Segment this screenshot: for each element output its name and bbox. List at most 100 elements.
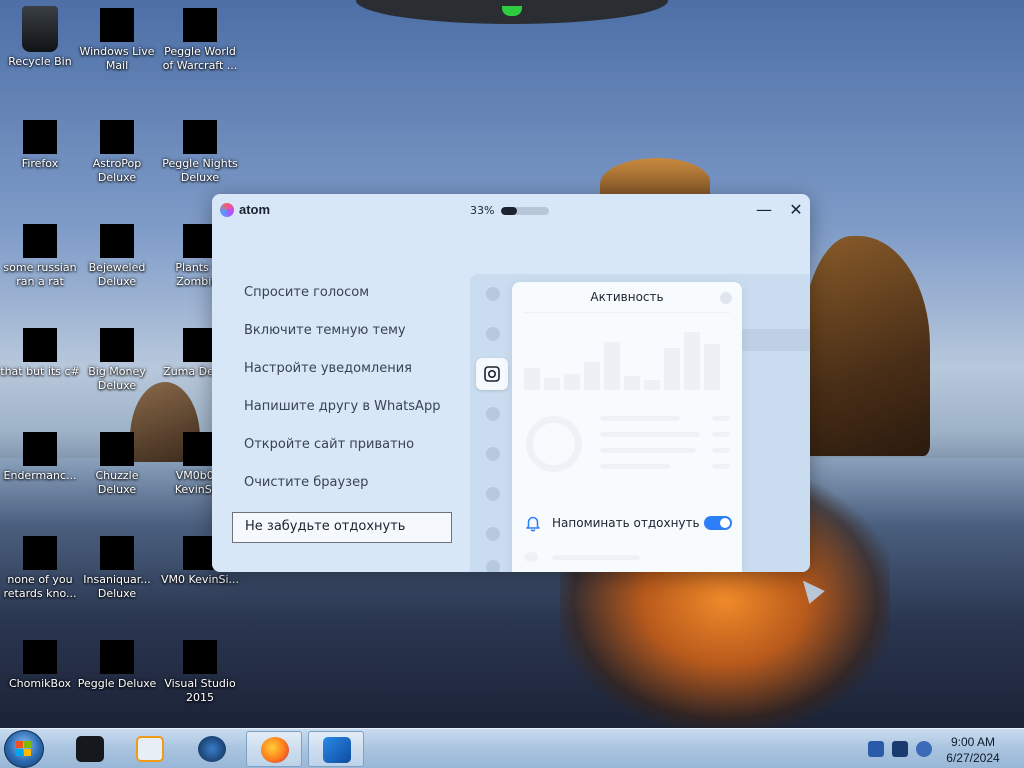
- desktop-icon-recycle-bin[interactable]: Recycle Bin: [0, 0, 80, 69]
- desktop-icon-label: Recycle Bin: [8, 55, 72, 68]
- terminal-icon: [76, 736, 104, 762]
- placeholder-bar: [584, 362, 600, 390]
- chomikbox-icon: [23, 640, 57, 674]
- tray-volume-icon[interactable]: [916, 741, 932, 757]
- desktop-icon-label: VM0 KevinSi...: [160, 573, 239, 586]
- activity-card-title: Активность: [590, 290, 664, 304]
- desktop-icon-label: Insaniquar... Deluxe: [83, 573, 151, 600]
- file-icon: [23, 224, 57, 258]
- taskbar-app-media-player[interactable]: [122, 731, 178, 767]
- onboarding-progress: 33%: [470, 204, 550, 217]
- placeholder-bar: [604, 342, 620, 390]
- placeholder-line: [600, 448, 696, 453]
- app-name: atom: [239, 202, 271, 217]
- desktop-icon-none-of-you[interactable]: none of you retards kno...: [0, 528, 80, 601]
- desktop-icon-russian-rat[interactable]: some russian ran a rat: [0, 216, 80, 289]
- activity-placeholder-ring: [526, 416, 582, 472]
- media-player-icon: [136, 736, 164, 762]
- desktop-icon-label: ChomikBox: [9, 677, 71, 690]
- taskbar-app-atom[interactable]: [308, 731, 364, 767]
- taskbar-app-globe[interactable]: [184, 731, 240, 767]
- taskbar-app-terminal[interactable]: [62, 731, 118, 767]
- desktop-icon-label: Big Money Deluxe: [88, 365, 146, 392]
- minimize-button[interactable]: —: [752, 200, 776, 220]
- placeholder-dot: [524, 552, 538, 562]
- menu-item-dark-theme[interactable]: Включите темную тему: [232, 316, 452, 354]
- file-icon: [23, 536, 57, 570]
- desktop-icon-label: Visual Studio 2015: [164, 677, 236, 704]
- taskbar-clock[interactable]: 9:00 AM 6/27/2024: [944, 734, 1002, 766]
- taskbar-app-firefox[interactable]: [246, 731, 302, 767]
- firefox-icon: [23, 120, 57, 154]
- menu-item-take-break[interactable]: Не забудьте отдохнуть: [232, 512, 453, 543]
- start-button[interactable]: [4, 730, 44, 768]
- desktop-icon-peggle-deluxe[interactable]: Peggle Deluxe: [77, 632, 157, 691]
- desktop-icon-bejeweled[interactable]: Bejeweled Deluxe: [77, 216, 157, 289]
- preview-dot: [486, 447, 500, 461]
- desktop-icon-peggle-wow[interactable]: Peggle World of Warcraft ...: [160, 0, 240, 73]
- menu-item-clear-browser[interactable]: Очистите браузер: [232, 468, 452, 506]
- tray-display-icon[interactable]: [892, 741, 908, 757]
- desktop-icon-that-but-csharp[interactable]: that but its c#: [0, 320, 80, 379]
- placeholder-bar: [624, 376, 640, 390]
- placeholder-bar: [704, 344, 720, 390]
- menu-item-voice[interactable]: Спросите голосом: [232, 278, 452, 316]
- shortcut-icon: [23, 328, 57, 362]
- recycle-bin-icon: [22, 6, 58, 52]
- clock-date: 6/27/2024: [946, 751, 1000, 765]
- big-money-icon: [100, 328, 134, 362]
- activity-card: Активность Напоминать отдохнуть: [512, 282, 742, 572]
- close-icon: ✕: [789, 200, 803, 219]
- reminder-toggle[interactable]: [704, 516, 732, 530]
- menu-item-whatsapp[interactable]: Напишите другу в WhatsApp: [232, 392, 452, 430]
- preview-strip: [740, 329, 810, 351]
- placeholder-line: [712, 464, 730, 469]
- activity-card-dot: [720, 292, 732, 304]
- desktop-icon-endermanc[interactable]: Endermanc...: [0, 424, 80, 483]
- preview-dot: [486, 527, 500, 541]
- atom-window: atom 33% — ✕ Спросите голосом Включите т…: [212, 194, 810, 572]
- tips-menu: Спросите голосом Включите темную тему На…: [232, 278, 453, 543]
- desktop-icon-label: Peggle Deluxe: [77, 677, 157, 690]
- activity-card-divider: [524, 312, 730, 313]
- placeholder-line: [600, 416, 680, 421]
- placeholder-line: [552, 555, 640, 560]
- placeholder-line: [712, 432, 730, 437]
- close-button[interactable]: ✕: [784, 200, 808, 220]
- preview-dot: [486, 327, 500, 341]
- menu-item-private-site[interactable]: Откройте сайт приватно: [232, 430, 452, 468]
- bejeweled-icon: [100, 224, 134, 258]
- placeholder-line: [712, 416, 730, 421]
- placeholder-line: [600, 432, 700, 437]
- progress-percent: 33%: [470, 204, 495, 217]
- windows-live-mail-icon: [100, 8, 134, 42]
- top-notch-bar: [356, 0, 668, 24]
- peggle-icon: [183, 8, 217, 42]
- desktop-icon-chuzzle[interactable]: Chuzzle Deluxe: [77, 424, 157, 497]
- firefox-icon: [261, 737, 289, 763]
- taskbar: 9:00 AM 6/27/2024: [0, 728, 1024, 768]
- desktop-icon-label: that but its c#: [0, 365, 80, 378]
- desktop-icon-insaniquarium[interactable]: Insaniquar... Deluxe: [77, 528, 157, 601]
- desktop-icon-firefox[interactable]: Firefox: [0, 112, 80, 171]
- toggle-knob: [720, 518, 730, 528]
- desktop-icon-windows-live-mail[interactable]: Windows Live Mail: [77, 0, 157, 73]
- bell-icon: [526, 516, 540, 532]
- focus-icon: [484, 366, 500, 382]
- tray-network-icon[interactable]: [868, 741, 884, 757]
- preview-side-button[interactable]: [476, 358, 508, 390]
- preview-dot: [486, 560, 500, 572]
- desktop-icon-astropop[interactable]: AstroPop Deluxe: [77, 112, 157, 185]
- menu-item-notifications[interactable]: Настройте уведомления: [232, 354, 452, 392]
- minimize-icon: —: [756, 200, 772, 219]
- desktop-icon-visual-studio[interactable]: Visual Studio 2015: [160, 632, 240, 705]
- clock-time: 9:00 AM: [950, 735, 996, 749]
- desktop-icon-chomikbox[interactable]: ChomikBox: [0, 632, 80, 691]
- desktop-icon-label: Endermanc...: [3, 469, 77, 482]
- chuzzle-icon: [100, 432, 134, 466]
- desktop-icon-label: AstroPop Deluxe: [92, 157, 142, 184]
- preview-dot: [486, 287, 500, 301]
- desktop-icon-peggle-nights[interactable]: Peggle Nights Deluxe: [160, 112, 240, 185]
- insaniquarium-icon: [100, 536, 134, 570]
- desktop-icon-big-money[interactable]: Big Money Deluxe: [77, 320, 157, 393]
